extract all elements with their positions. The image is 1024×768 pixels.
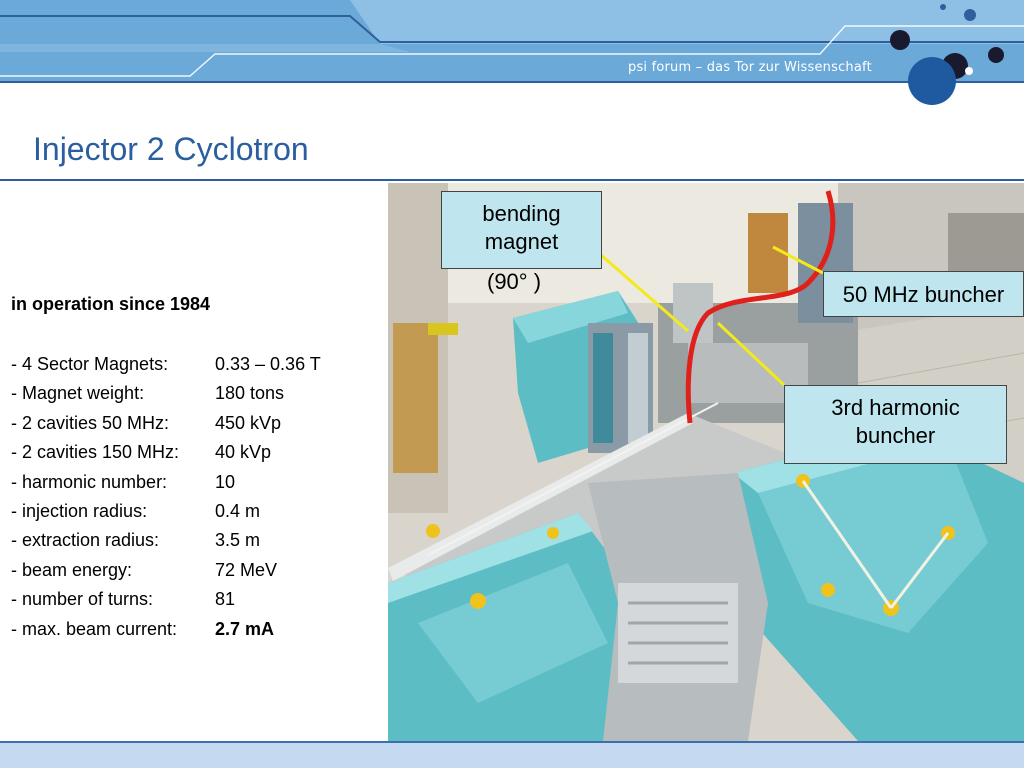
spec-value: 40 kVp — [215, 442, 272, 463]
spec-value: 10 — [215, 471, 236, 492]
spec-value: 72 MeV — [215, 559, 278, 580]
header-tagline: psi forum – das Tor zur Wissenschaft — [628, 60, 872, 75]
spec-value: 0.4 m — [215, 501, 261, 522]
spec-value: 180 tons — [215, 383, 285, 404]
spec-label: - harmonic number: — [11, 471, 168, 492]
spec-label: - beam energy: — [11, 559, 133, 580]
spec-value: 3.5 m — [215, 530, 261, 551]
spec-row: - 4 Sector Magnets: 0.33 – 0.36 T — [11, 350, 321, 379]
spec-value: 450 kVp — [215, 412, 282, 433]
spec-label: - max. beam current: — [11, 618, 178, 639]
callout-bending-line2: magnet — [484, 228, 559, 254]
header-graphic — [0, 0, 1024, 105]
spec-list: - 4 Sector Magnets: 0.33 – 0.36 T - Magn… — [11, 350, 321, 644]
callout-bending-line1: bending — [482, 201, 561, 226]
slide-title: Injector 2 Cyclotron — [33, 131, 309, 167]
spec-value: 81 — [215, 589, 236, 610]
callout-3rd-line2: buncher — [855, 422, 936, 448]
spec-row: - extraction radius: 3.5 m — [11, 526, 321, 555]
spec-row: - 2 cavities 50 MHz: 450 kVp — [11, 409, 321, 438]
operation-heading: in operation since 1984 — [11, 294, 211, 314]
callout-50mhz-label: 50 MHz buncher — [842, 282, 1005, 307]
footer-band — [0, 741, 1024, 768]
spec-label: - injection radius: — [11, 501, 148, 522]
spec-label: - 4 Sector Magnets: — [11, 354, 169, 374]
spec-row: - max. beam current: 2.7 mA — [11, 615, 321, 644]
spec-label: - extraction radius: — [11, 530, 160, 551]
spec-label: - 2 cavities 150 MHz: — [11, 442, 180, 463]
spec-row: - injection radius: 0.4 m — [11, 497, 321, 526]
callout-3rd-harmonic-buncher: 3rd harmonic buncher — [784, 385, 1007, 464]
spec-row: - beam energy: 72 MeV — [11, 556, 321, 585]
spec-row: - harmonic number: 10 — [11, 468, 321, 497]
callout-3rd-line1: 3rd harmonic — [831, 395, 960, 420]
spec-label: - number of turns: — [11, 589, 154, 610]
spec-row: - Magnet weight: 180 tons — [11, 379, 321, 408]
spec-row: - number of turns: 81 — [11, 585, 321, 614]
header-banner: psi forum – das Tor zur Wissenschaft — [0, 0, 1024, 110]
spec-value: 0.33 – 0.36 T — [215, 354, 321, 374]
spec-row: - 2 cavities 150 MHz: 40 kVp — [11, 438, 321, 467]
spec-value-max-current: 2.7 mA — [215, 618, 275, 639]
callout-bending-magnet: bending magnet (90° ) — [441, 191, 602, 294]
callout-bending-line3: (90° ) — [487, 269, 542, 294]
spec-label: - Magnet weight: — [11, 383, 145, 404]
callout-50mhz-buncher: 50 MHz buncher — [823, 271, 1024, 317]
title-divider — [0, 179, 1024, 181]
spec-label: - 2 cavities 50 MHz: — [11, 412, 170, 433]
